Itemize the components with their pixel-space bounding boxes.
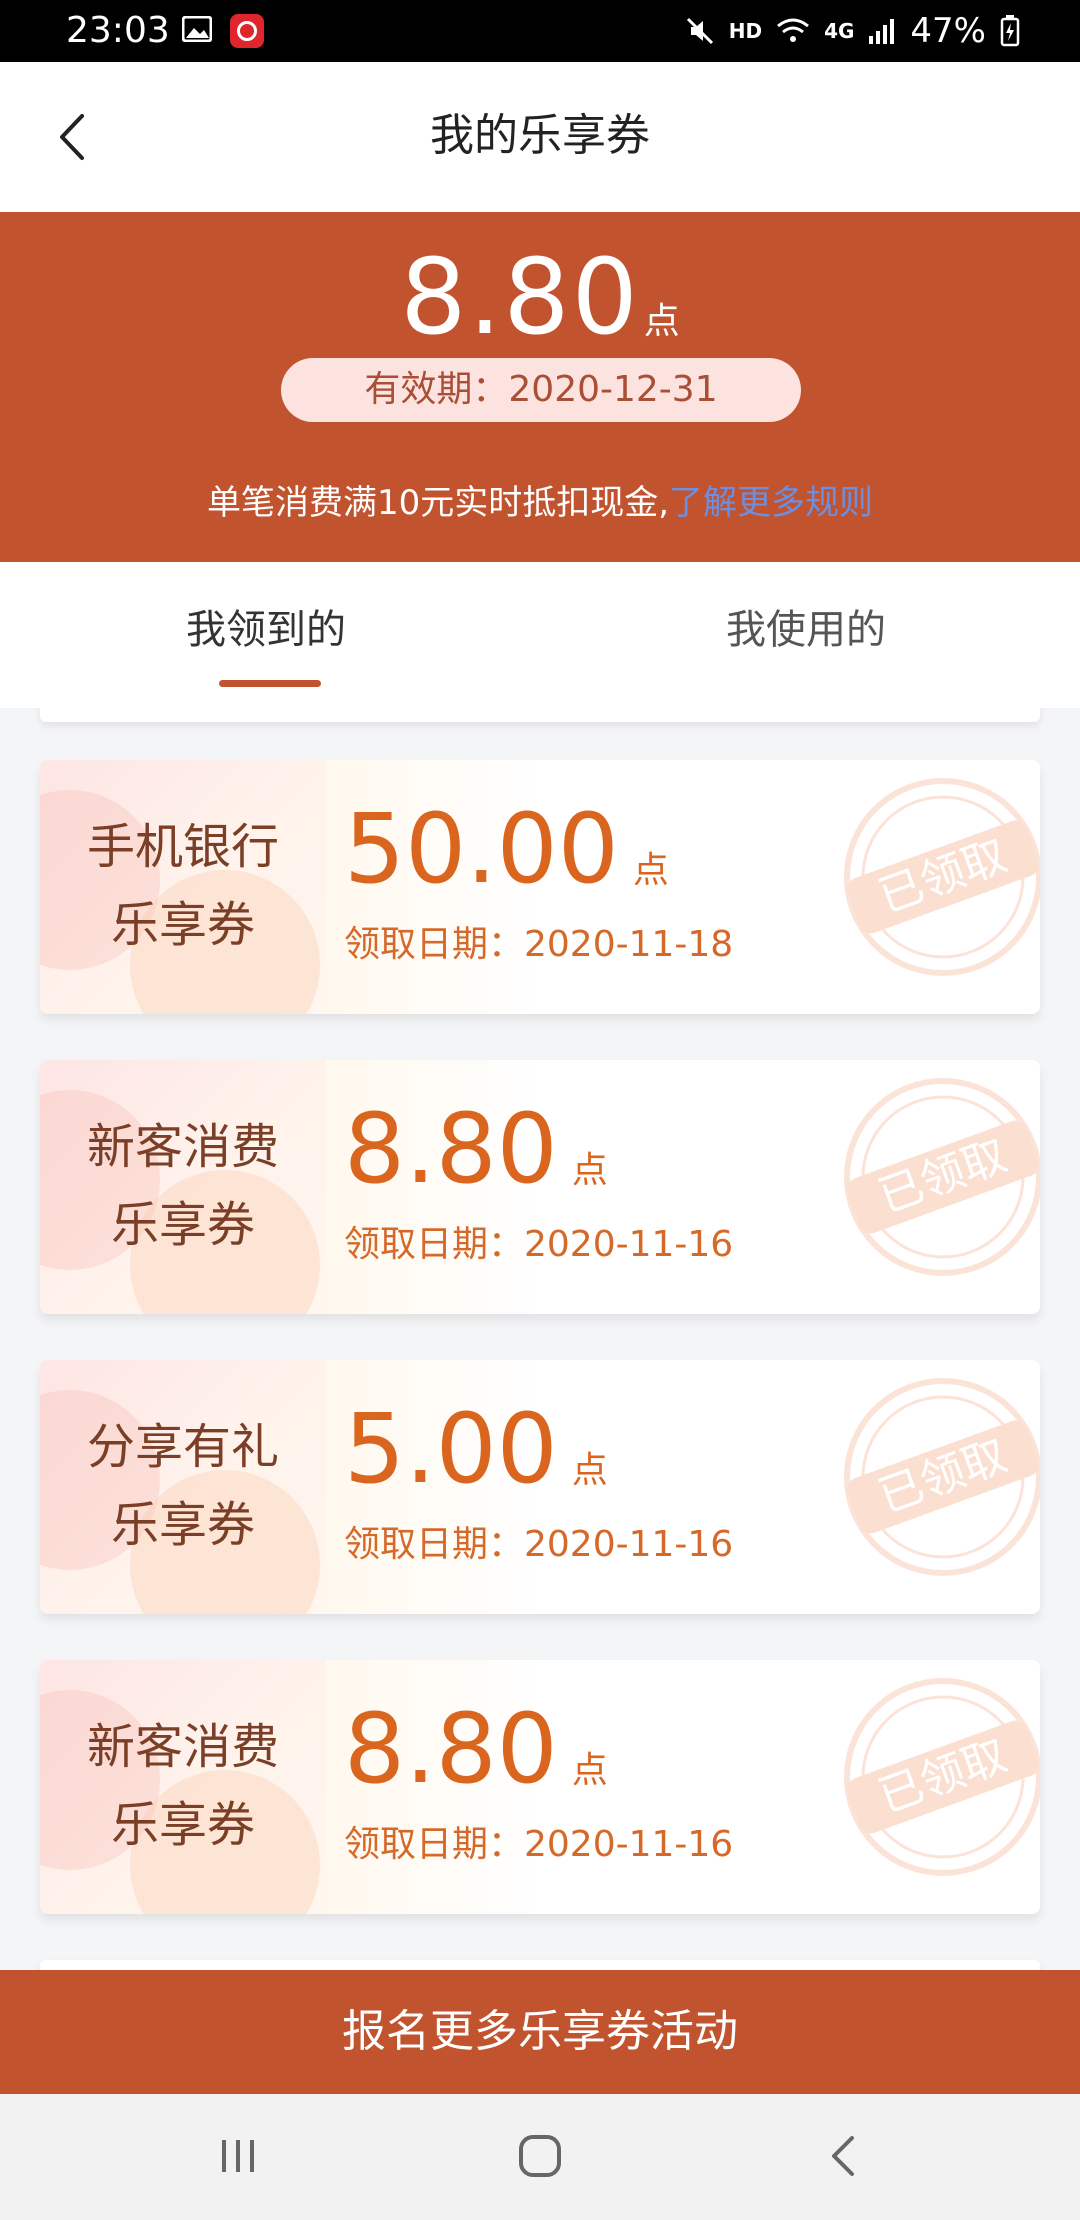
coupon-name: 新客消费 乐享券	[40, 1708, 326, 1864]
signup-more-button[interactable]: 报名更多乐享券活动	[0, 1970, 1080, 2094]
received-stamp-icon: 已领取	[844, 1678, 1040, 1876]
coupon-amount-value: 5.00	[344, 1393, 558, 1505]
coupon-date: 领取日期：2020-11-16	[344, 1224, 734, 1265]
signal-icon	[869, 19, 895, 44]
coupon-name-panel: 新客消费 乐享券	[40, 1060, 326, 1314]
balance-unit: 点	[643, 301, 680, 342]
bank-app-icon	[230, 14, 264, 48]
coupon-name: 分享有礼 乐享券	[40, 1408, 326, 1564]
battery-percent: 47%	[910, 11, 986, 51]
recent-apps-icon[interactable]	[212, 2130, 264, 2182]
coupon-card[interactable]: 新客消费 乐享券 8.80 点 领取日期：2020-11-16 已领取	[40, 1660, 1040, 1914]
nav-back-icon[interactable]	[818, 2130, 870, 2182]
coupon-amount-unit: 点	[632, 850, 669, 891]
coupon-name-line2: 乐享券	[110, 1497, 255, 1553]
mute-icon	[686, 17, 713, 45]
stamp-text: 已领取	[872, 1730, 1013, 1823]
tab-active-indicator	[219, 680, 321, 687]
coupon-amount: 50.00 点	[344, 794, 669, 926]
coupon-card[interactable]: 手机银行 乐享券 50.00 点 领取日期：2020-11-18 已领取	[40, 760, 1040, 1014]
coupon-name-line2: 乐享券	[110, 897, 255, 953]
coupon-name-line2: 乐享券	[110, 1797, 255, 1853]
coupon-name-panel: 新客消费 乐享券	[40, 1660, 326, 1914]
coupon-detail: 50.00 点 领取日期：2020-11-18 已领取	[326, 760, 1040, 1014]
coupon-card[interactable]: 新客消费 乐享券 8.80 点 领取日期：2020-11-16 已领取	[40, 1060, 1040, 1314]
balance-display: 8.80 点	[0, 232, 1080, 362]
coupon-amount-value: 8.80	[344, 1093, 558, 1205]
received-stamp-icon: 已领取	[844, 778, 1040, 976]
coupon-amount-value: 8.80	[344, 1693, 558, 1805]
coupon-amount: 8.80 点	[344, 1094, 608, 1226]
coupon-amount: 5.00 点	[344, 1394, 608, 1526]
network-label: 4G	[824, 19, 855, 43]
coupon-detail: 8.80 点 领取日期：2020-11-16 已领取	[326, 1660, 1040, 1914]
coupon-card-partial	[40, 1960, 1040, 1970]
coupon-detail: 8.80 点 领取日期：2020-11-16 已领取	[326, 1060, 1040, 1314]
balance-value: 8.80	[400, 236, 640, 358]
gallery-icon	[182, 16, 212, 42]
coupon-name: 手机银行 乐享券	[40, 808, 326, 964]
coupon-list[interactable]: 手机银行 乐享券 50.00 点 领取日期：2020-11-18 已领取 新客消费	[0, 708, 1080, 1970]
coupon-date: 领取日期：2020-11-16	[344, 1524, 734, 1565]
coupon-name: 新客消费 乐享券	[40, 1108, 326, 1264]
coupon-name-line1: 新客消费	[86, 1119, 279, 1175]
coupon-name-line2: 乐享券	[110, 1197, 255, 1253]
coupon-card[interactable]: 分享有礼 乐享券 5.00 点 领取日期：2020-11-16 已领取	[40, 1360, 1040, 1614]
rules-link[interactable]: 了解更多规则	[669, 483, 873, 523]
coupon-amount-unit: 点	[571, 1450, 608, 1491]
validity-pill: 有效期：2020-12-31	[281, 358, 801, 422]
tab-received[interactable]: 我领到的	[186, 602, 346, 658]
status-indicators: HD 4G 47%	[685, 8, 1020, 54]
stamp-text: 已领取	[872, 830, 1013, 923]
page-title: 我的乐享券	[430, 110, 650, 161]
coupon-card-partial	[40, 708, 1040, 722]
rule-text-line: 单笔消费满10元实时抵扣现金,了解更多规则	[0, 478, 1080, 528]
coupon-date: 领取日期：2020-11-18	[344, 924, 734, 965]
coupon-date: 领取日期：2020-11-16	[344, 1824, 734, 1865]
coupon-name-panel: 手机银行 乐享券	[40, 760, 326, 1014]
coupon-amount-unit: 点	[571, 1150, 608, 1191]
status-bar: 23:03 HD 4G 47%	[0, 0, 1080, 62]
coupon-amount: 8.80 点	[344, 1694, 608, 1826]
stamp-text: 已领取	[872, 1130, 1013, 1223]
coupon-amount-value: 50.00	[344, 793, 619, 905]
rule-text: 单笔消费满10元实时抵扣现金,	[206, 483, 670, 523]
coupon-amount-unit: 点	[571, 1750, 608, 1791]
wifi-icon	[777, 18, 810, 42]
stamp-text: 已领取	[872, 1430, 1013, 1523]
balance-banner: 8.80 点 有效期：2020-12-31 单笔消费满10元实时抵扣现金,了解更多…	[0, 212, 1080, 562]
received-stamp-icon: 已领取	[844, 1078, 1040, 1276]
battery-icon	[1000, 15, 1020, 47]
coupon-name-panel: 分享有礼 乐享券	[40, 1360, 326, 1614]
home-icon[interactable]	[514, 2130, 566, 2182]
coupon-name-line1: 手机银行	[86, 819, 279, 875]
status-time: 23:03	[66, 10, 170, 51]
coupon-name-line1: 分享有礼	[86, 1419, 279, 1475]
coupon-detail: 5.00 点 领取日期：2020-11-16 已领取	[326, 1360, 1040, 1614]
coupon-name-line1: 新客消费	[86, 1719, 279, 1775]
app-header: 我的乐享券	[0, 62, 1080, 212]
hd-label: HD	[728, 19, 763, 43]
system-nav-bar	[0, 2094, 1080, 2220]
received-stamp-icon: 已领取	[844, 1378, 1040, 1576]
tab-bar: 我领到的 我使用的	[0, 562, 1080, 708]
tab-used[interactable]: 我使用的	[726, 602, 886, 658]
